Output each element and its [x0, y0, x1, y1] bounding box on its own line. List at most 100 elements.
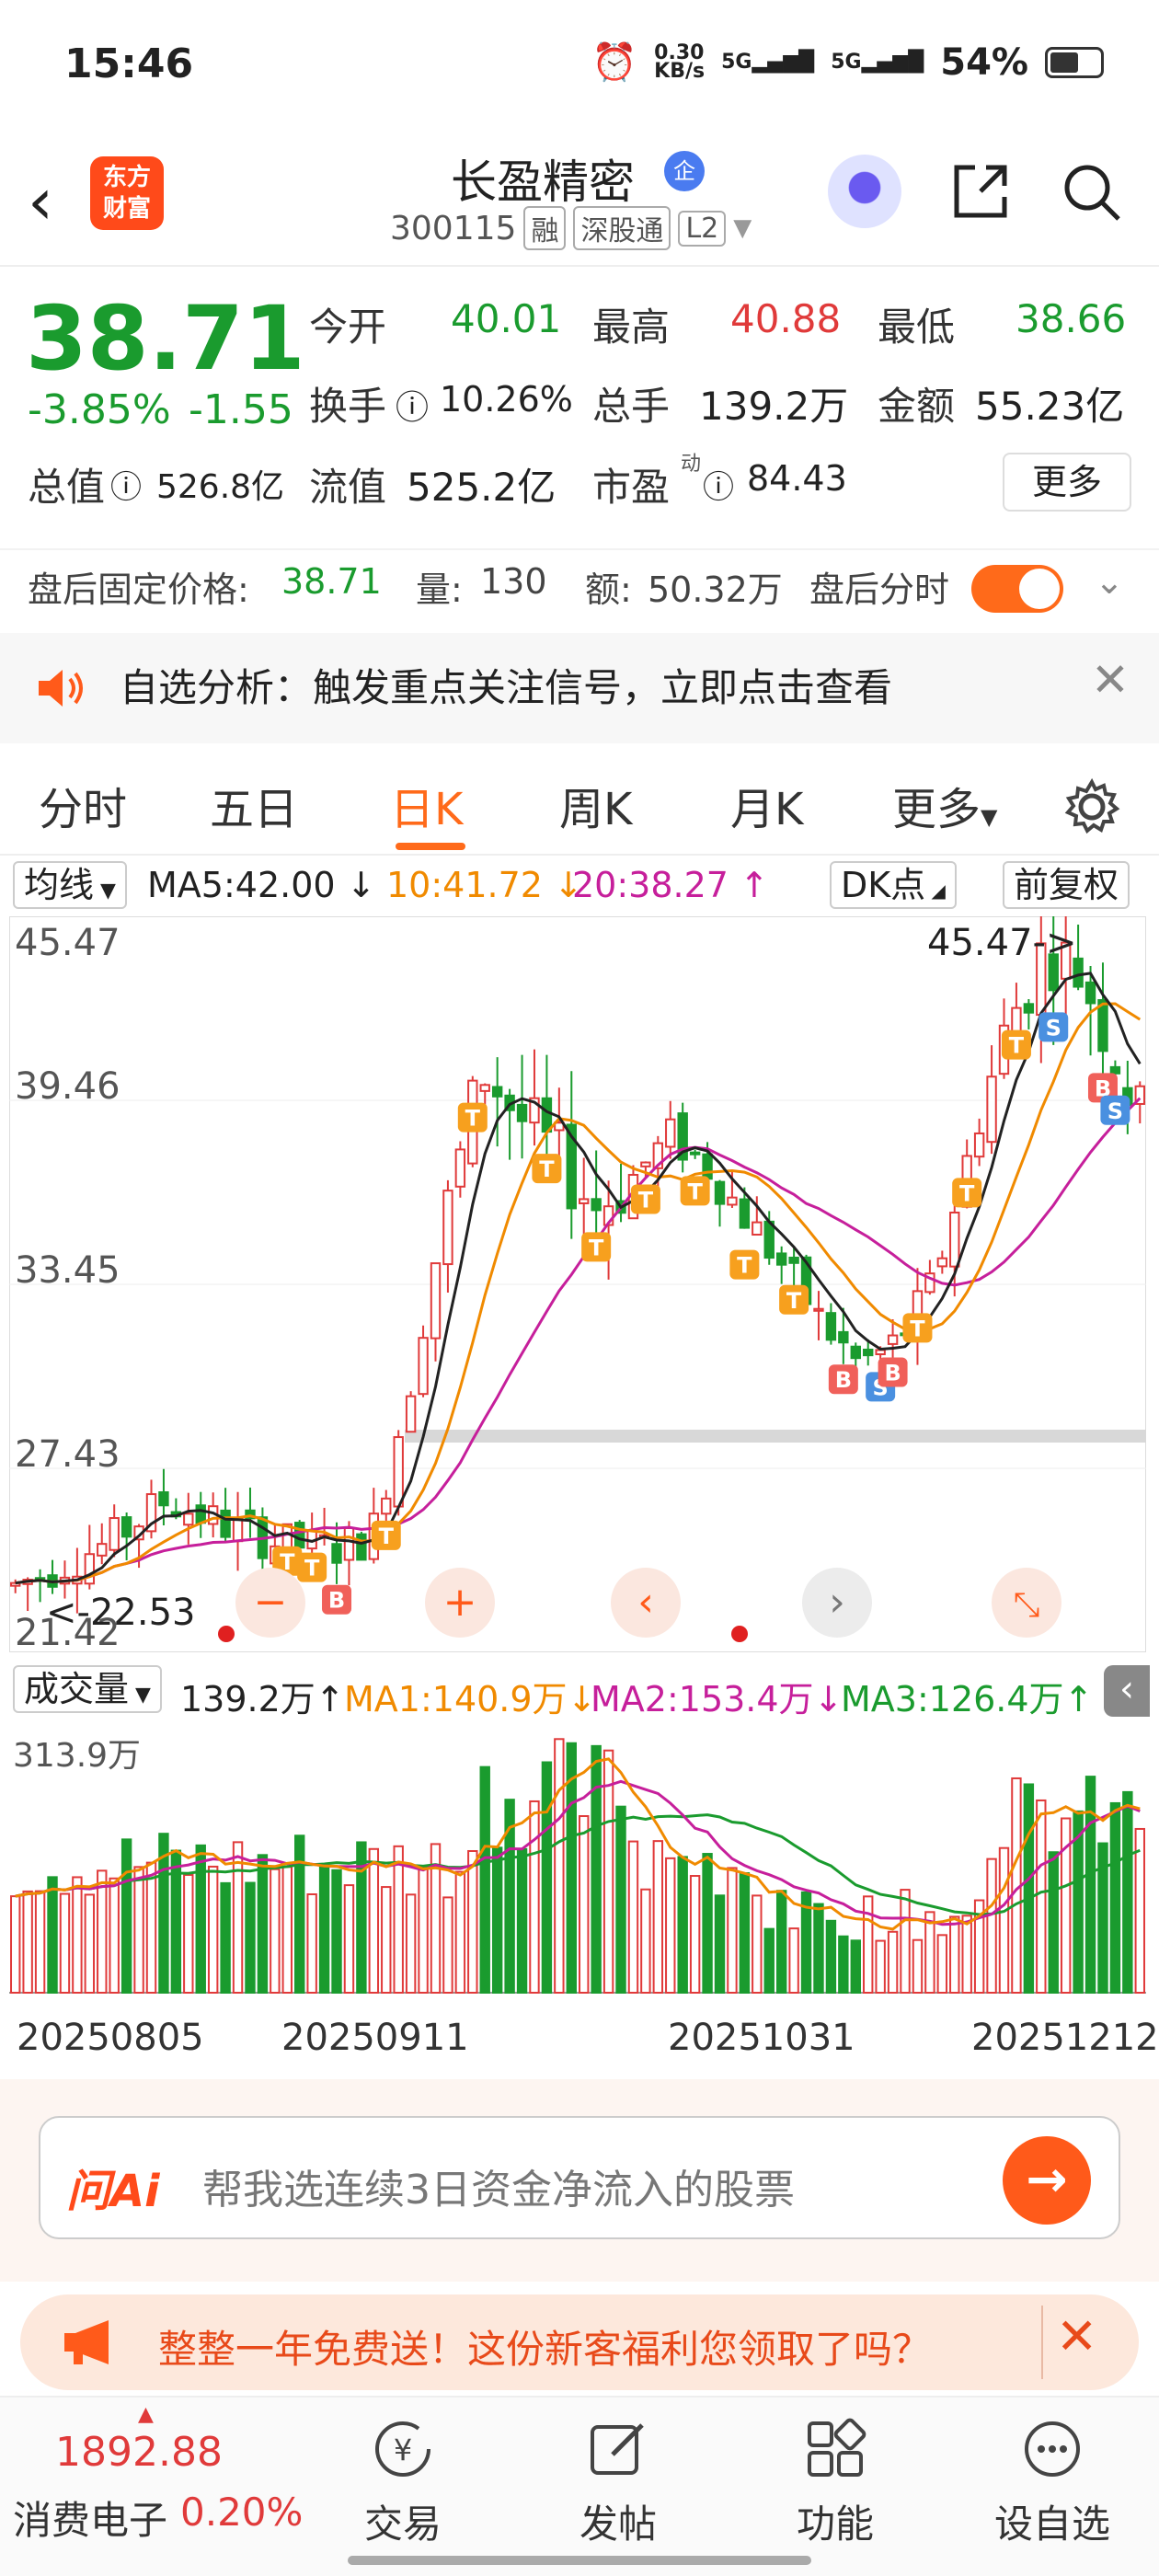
- candle-body: [1097, 999, 1108, 1052]
- low-label: 最低: [878, 305, 956, 350]
- nav-post[interactable]: 发帖: [545, 2398, 692, 2549]
- volume-bar: [294, 1834, 305, 1994]
- ai-search-box[interactable]: 问Ai 帮我选连续3日资金净流入的股票 →: [39, 2116, 1120, 2239]
- nav-label: 发帖: [579, 2501, 657, 2547]
- volume-bar: [1036, 1799, 1047, 1994]
- ai-submit-button[interactable]: →: [1003, 2136, 1091, 2225]
- tab-five-day[interactable]: 五日: [210, 773, 298, 837]
- tab-daily-k[interactable]: 日K: [390, 773, 463, 837]
- analysis-alert[interactable]: 自选分析：触发重点关注信号，立即点击查看 ✕: [0, 633, 1159, 743]
- candle-body: [195, 1504, 206, 1524]
- trade-marker-label: T: [379, 1524, 395, 1549]
- vol-ma1: MA1:140.9万↓: [344, 1679, 597, 1719]
- index-percent[interactable]: 0.20%: [180, 2490, 303, 2535]
- adjust-button[interactable]: 前复权: [1003, 861, 1130, 909]
- low-marker: <-22.53: [46, 1592, 195, 1634]
- info-icon[interactable]: ⓘ: [396, 381, 429, 429]
- share-icon[interactable]: [947, 158, 1014, 224]
- candle-body: [788, 1256, 799, 1264]
- candle-body: [232, 1517, 244, 1543]
- volume-bar: [479, 1765, 490, 1994]
- volume-bar: [1048, 1851, 1059, 1994]
- search-icon[interactable]: [1058, 158, 1124, 224]
- dk-point-button[interactable]: DK点 ◢: [830, 861, 957, 909]
- collapse-tab[interactable]: ‹: [1104, 1665, 1150, 1717]
- volume-bar: [10, 1895, 21, 1994]
- candle-body: [541, 1097, 553, 1133]
- minus-icon: −: [254, 1579, 288, 1626]
- high-marker: 45.47->: [927, 922, 1076, 964]
- chart-tabs: 分时 五日 日K 周K 月K 更多▼: [0, 754, 1159, 856]
- volume-bar: [1084, 1776, 1096, 1995]
- promo-text: 整整一年免费送！这份新客福利您领取了吗？: [158, 2327, 932, 2372]
- volume-bar: [331, 1869, 342, 1994]
- turnover-value: 10.26%: [440, 379, 573, 420]
- indicator-selector[interactable]: 均线 ▼: [13, 861, 127, 909]
- trade-marker-label: T: [465, 1106, 481, 1132]
- trade-marker-label: B: [835, 1367, 852, 1393]
- candle-body: [763, 1220, 775, 1259]
- alarm-icon: ⏰: [591, 41, 638, 84]
- ai-robot-icon[interactable]: [828, 155, 901, 228]
- after-hours-toggle[interactable]: [971, 565, 1063, 613]
- volume-selector[interactable]: 成交量 ▼: [13, 1665, 162, 1713]
- volume-chart: 313.9万: [9, 1720, 1146, 1996]
- volume-bar: [381, 1886, 392, 1994]
- close-icon[interactable]: ✕: [1056, 2307, 1097, 2365]
- divider: [1041, 2306, 1043, 2379]
- chevron-right-icon: ›: [829, 1579, 845, 1626]
- info-icon[interactable]: ⓘ: [703, 462, 734, 507]
- trade-marker-label: T: [687, 1179, 703, 1204]
- volume-bar: [775, 1890, 787, 1994]
- float-value: 525.2亿: [407, 465, 557, 510]
- ma5-value: MA5:42.00 ↓: [147, 865, 376, 905]
- tab-more[interactable]: 更多▼: [892, 773, 997, 837]
- date-label: 20251212: [971, 2017, 1159, 2059]
- gear-icon[interactable]: [1061, 776, 1122, 837]
- svg-text:¥: ¥: [394, 2432, 412, 2467]
- back-icon[interactable]: ‹: [28, 164, 53, 239]
- ma10-value: 10:41.72 ↓: [386, 865, 583, 905]
- after-hours-bar: 盘后固定价格: 38.71 量: 130 额: 50.32万 盘后分时 ⌄: [0, 548, 1159, 629]
- kline-chart[interactable]: T TBTTTTT TTTB SBTTTSBS 45.47 39.46 33.45 2…: [9, 916, 1146, 1652]
- stock-code-row[interactable]: 300115 融 深股通 L2 ▼: [390, 206, 752, 250]
- tab-weekly-k[interactable]: 周K: [559, 773, 632, 837]
- candle-body: [850, 1345, 861, 1360]
- ai-search-input[interactable]: 帮我选连续3日资金净流入的股票: [202, 2156, 795, 2215]
- active-tab-indicator: [396, 843, 465, 850]
- y-label-2: 39.46: [15, 1065, 120, 1108]
- volume-bar: [405, 1893, 417, 1994]
- candle-body: [875, 1349, 886, 1356]
- volume-bar: [270, 1868, 281, 1994]
- nav-trade[interactable]: ¥ 交易: [329, 2398, 476, 2549]
- candle-body: [887, 1334, 899, 1345]
- info-icon[interactable]: ⓘ: [110, 462, 142, 507]
- close-icon[interactable]: ✕: [1091, 653, 1130, 707]
- volume-bar: [739, 1872, 751, 1994]
- candle-body: [1109, 1065, 1121, 1075]
- nav-watchlist[interactable]: 设自选: [979, 2398, 1126, 2549]
- tab-intraday[interactable]: 分时: [39, 773, 127, 837]
- more-button[interactable]: 更多: [1003, 453, 1131, 512]
- volume-bar: [120, 1838, 132, 1994]
- volume-bar: [936, 1934, 948, 1994]
- index-name[interactable]: 消费电子: [13, 2490, 167, 2546]
- volume-bar: [207, 1865, 219, 1994]
- nav-functions[interactable]: 功能: [762, 2398, 909, 2549]
- after-hours-vol-label: 量:: [416, 569, 463, 610]
- open-label: 今开: [309, 305, 387, 350]
- after-hours-time-label: 盘后分时: [809, 569, 950, 610]
- app-logo[interactable]: 东方 财富: [90, 156, 164, 230]
- candle-body: [936, 1257, 948, 1268]
- volume-bar: [257, 1854, 269, 1994]
- promo-banner[interactable]: 整整一年免费送！这份新客福利您领取了吗？ ✕: [20, 2294, 1139, 2390]
- chevron-down-icon[interactable]: ⌄: [1095, 561, 1124, 602]
- volume-bar: [183, 1873, 194, 1994]
- index-value[interactable]: 1892.88: [55, 2429, 223, 2476]
- trade-marker-label: S: [1046, 1015, 1061, 1041]
- alert-text: 自选分析：触发重点关注信号，立即点击查看: [120, 665, 893, 710]
- volume-indicator-row: 成交量 ▼ 139.2万↑ MA1:140.9万↓ MA2:153.4万↓ MA…: [0, 1662, 1159, 1719]
- tab-monthly-k[interactable]: 月K: [730, 773, 803, 837]
- candle-body: [702, 1153, 713, 1180]
- trade-marker-label: B: [328, 1588, 345, 1614]
